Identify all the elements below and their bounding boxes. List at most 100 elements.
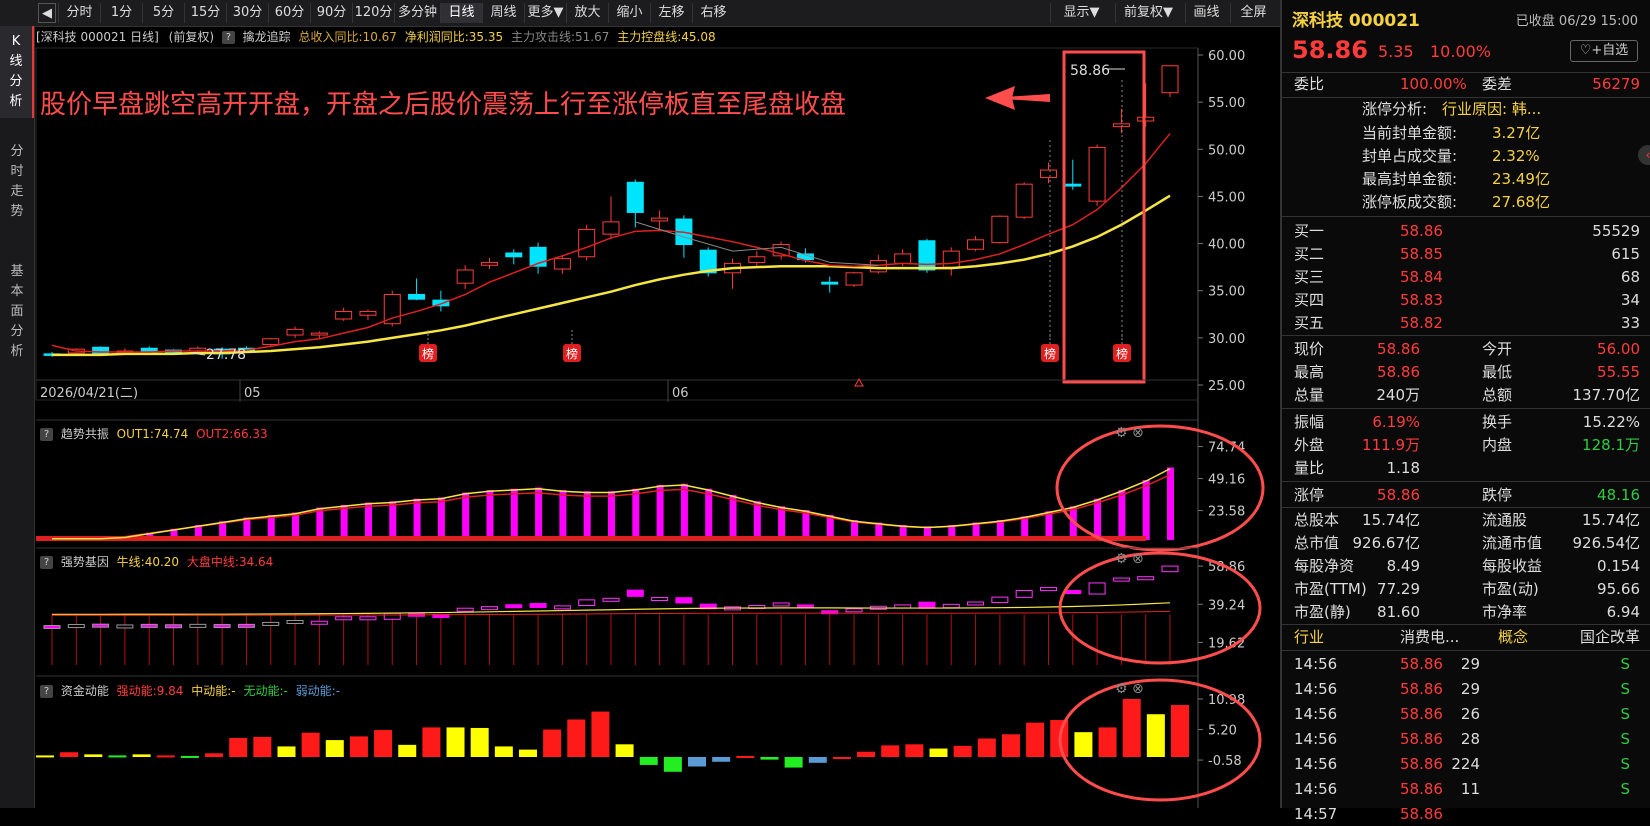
bang-badge[interactable] (563, 344, 581, 362)
industry-cell[interactable]: 国企改革 (1580, 626, 1640, 649)
tick-row: 14:56 58.86 224 S (1282, 753, 1650, 776)
gene-bar (796, 604, 814, 609)
momentum-bar (784, 757, 803, 768)
tick-cell: 58.86 (1400, 655, 1443, 673)
toolbar-right-button-1[interactable]: 前复权▼ (1115, 3, 1181, 23)
sidebar-tab-char: 势 (10, 204, 24, 219)
tab-k-line-analysis[interactable]: K线分析 (0, 26, 34, 118)
toolbar-button-0[interactable]: 分时 (58, 3, 100, 23)
toolbar-button-11[interactable]: 更多▼ (524, 3, 566, 23)
panel3-y-tick: 5.20 (1208, 724, 1237, 739)
gene-bar (724, 606, 742, 611)
close-icon[interactable]: ⊗ (1132, 681, 1144, 697)
trend-bar (875, 522, 883, 540)
bang-badge[interactable] (419, 344, 437, 362)
candle-body (845, 272, 863, 286)
candle-body (942, 250, 960, 268)
quote-value: 6.19% (1372, 413, 1420, 431)
quote-value: 128.1万 (1582, 436, 1640, 454)
candle-body (894, 253, 912, 264)
indicator-name: 擒龙追踪 (242, 30, 291, 44)
panel3-weak: 弱动能:- (295, 684, 341, 698)
gene-bar (1064, 590, 1082, 595)
close-icon[interactable]: ⊗ (1132, 551, 1144, 567)
toolbar-button-10[interactable]: 周线 (482, 3, 524, 23)
help-icon[interactable]: ? (40, 556, 53, 569)
tick-cell: 14:56 (1294, 680, 1338, 698)
candle-body (724, 262, 742, 274)
chart-title: [深科技 000021 日线] (36, 30, 159, 44)
toolbar-button-4[interactable]: 30分 (226, 3, 268, 23)
toolbar-button-5[interactable]: 60分 (268, 3, 310, 23)
left-sidebar: K线分析 分时走势 基本面分析 (0, 26, 35, 808)
limit-up-reason[interactable]: 行业原因: 韩... (1442, 98, 1541, 121)
bang-badge[interactable] (1113, 344, 1131, 362)
bid-row: 买二 58.85 615 (1282, 243, 1650, 266)
highlight-box (1062, 50, 1146, 384)
quote-label: 今开 (1482, 340, 1513, 358)
momentum-bar (808, 757, 827, 763)
help-icon[interactable]: ? (40, 428, 53, 441)
momentum-bar (977, 738, 996, 757)
toolbar-right-button-2[interactable]: 画线 (1185, 3, 1227, 23)
help-icon[interactable]: ? (40, 685, 53, 698)
momentum-bar (591, 711, 610, 757)
momentum-bar (639, 757, 658, 765)
close-icon[interactable]: ⊗ (1132, 425, 1144, 441)
trend-bar (608, 491, 615, 540)
quote-label: 现价 (1294, 340, 1325, 358)
toolbar-button-3[interactable]: 15分 (184, 3, 226, 23)
momentum-bar (832, 757, 851, 759)
low-price-label: 27.78 (206, 347, 246, 363)
candle-body (529, 246, 547, 267)
sidebar-tab-char: K (11, 34, 21, 49)
toolbar-right-button-3[interactable]: 全屏 (1230, 3, 1276, 23)
quote-label: 外盘 (1294, 436, 1325, 454)
toolbar-right-button-0[interactable]: 显示▼ (1050, 3, 1112, 23)
trend-bar (729, 495, 737, 540)
momentum-bar (422, 727, 441, 757)
industry-cell[interactable]: 消费电... (1400, 626, 1459, 649)
trend-bar (826, 515, 834, 540)
quote-label: 总额 (1482, 386, 1513, 404)
toolbar-button-15[interactable]: 右移 (692, 3, 734, 23)
trend-bar (1069, 506, 1077, 540)
gear-icon[interactable]: ⚙ (1115, 681, 1128, 697)
bang-badge[interactable] (1041, 344, 1059, 362)
toolbar-button-12[interactable]: 放大 (566, 3, 608, 23)
help-icon[interactable]: ? (221, 31, 235, 44)
quote-value: 56.00 (1597, 340, 1640, 358)
toolbar-button-7[interactable]: 120分 (352, 3, 394, 23)
gear-icon[interactable]: ⚙ (1115, 425, 1128, 441)
collapse-toggle-button[interactable]: ◀ (38, 3, 56, 23)
quote-label: 每股收益 (1482, 557, 1543, 575)
sidebar-tab-char: 线 (9, 54, 23, 69)
kline-frame (35, 47, 1199, 401)
trend-bar (267, 515, 275, 540)
momentum-bar (543, 729, 562, 757)
bid-cell: 58.85 (1400, 245, 1443, 263)
gene-bar (699, 603, 717, 610)
toolbar-button-9[interactable]: 日线 (440, 3, 482, 23)
toolbar-button-13[interactable]: 缩小 (608, 3, 650, 23)
tick-cell: 29 (1460, 680, 1480, 698)
candle-body (772, 244, 790, 257)
toolbar-button-6[interactable]: 90分 (310, 3, 352, 23)
gear-icon[interactable]: ⚙ (1115, 551, 1128, 567)
toolbar-button-8[interactable]: 多分钟 (394, 3, 440, 23)
tab-fundamental-analysis[interactable]: 基本面分析 (0, 256, 34, 376)
quote-value: 58.86 (1377, 340, 1420, 358)
tab-intraday-trend[interactable]: 分时走势 (0, 136, 34, 228)
tick-cell: 11 (1460, 780, 1480, 798)
panel2-bull: 牛线:40.20 (116, 555, 180, 569)
add-watchlist-button[interactable]: ♡+自选 (1570, 40, 1638, 62)
quote-row: 每股净资 8.49 每股收益 0.154 (1282, 555, 1650, 578)
toolbar-button-1[interactable]: 1分 (100, 3, 142, 23)
candle-body (92, 346, 110, 356)
toolbar-button-2[interactable]: 5分 (142, 3, 184, 23)
quote-label: 振幅 (1294, 413, 1325, 431)
trend-bar (559, 490, 567, 540)
trend-bar (851, 520, 859, 540)
toolbar-button-14[interactable]: 左移 (650, 3, 692, 23)
tick-cell: 14:56 (1294, 705, 1338, 723)
